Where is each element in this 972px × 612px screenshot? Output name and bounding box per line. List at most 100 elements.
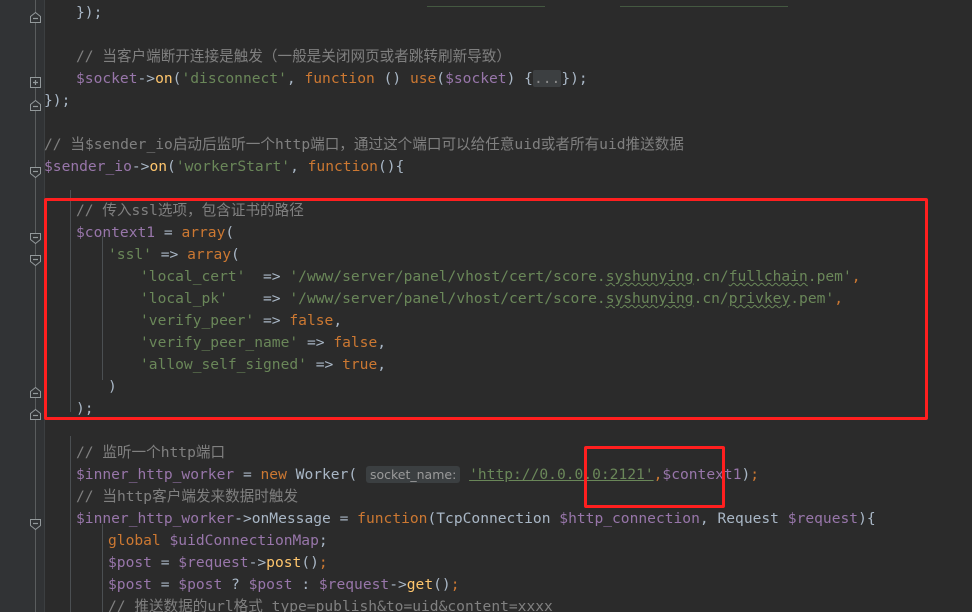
code-token: -> — [389, 576, 407, 593]
code-line[interactable]: }); — [44, 90, 70, 112]
code-token: $request — [318, 576, 390, 593]
code-line[interactable]: $socket->on('disconnect', function () us… — [76, 68, 588, 90]
code-line[interactable]: // 推送数据的url格式 type=publish&to=uid&conten… — [108, 596, 553, 612]
code-token: 'workerStart' — [175, 158, 291, 175]
code-token: -> — [131, 158, 150, 175]
code-token: , — [834, 290, 843, 307]
indent-guide — [102, 524, 103, 612]
code-token: '/www/server/panel/vhost/cert/score. — [289, 268, 606, 285]
code-token: $socket — [445, 70, 507, 87]
code-token: syshunying — [605, 290, 694, 307]
code-line[interactable]: 'verify_peer_name' => false, — [140, 332, 386, 354]
code-token: : — [292, 576, 319, 593]
code-line[interactable]: ) — [108, 376, 117, 398]
code-line[interactable]: 'verify_peer' => false, — [140, 310, 342, 332]
code-token: = — [155, 224, 182, 241]
code-content-area[interactable]: }); // 当客户端断开连接是触发（一般是关闭网页或者跳转刷新导致） $socke… — [44, 0, 972, 612]
indent-guide — [70, 436, 71, 612]
code-line[interactable]: 'local_cert' => '/www/server/panel/vhost… — [140, 266, 861, 288]
fold-collapsed-plus-icon[interactable] — [29, 76, 42, 89]
code-line[interactable]: 'local_pk' => '/www/server/panel/vhost/c… — [140, 288, 843, 310]
code-token: .cn/ — [693, 290, 729, 307]
code-token: // 当http客户端发来数据时触发 — [76, 488, 299, 505]
code-line[interactable]: $post = $request->post(); — [108, 552, 328, 574]
code-token: ){ — [858, 510, 876, 527]
code-token: $sender_io — [44, 158, 132, 175]
code-token: '/www/server/panel/vhost/cert/score. — [289, 290, 606, 307]
code-token: 'local_pk' — [140, 290, 228, 307]
code-token: => — [298, 334, 334, 351]
code-token: $post — [108, 576, 152, 593]
code-line[interactable]: $context1 = array( — [76, 222, 234, 244]
code-token: ( — [225, 224, 235, 241]
code-token: -> — [248, 554, 267, 571]
code-token: $inner_http_worker — [76, 466, 235, 483]
code-line[interactable]: $inner_http_worker->onMessage = function… — [76, 508, 876, 530]
code-line[interactable]: global $uidConnectionMap; — [108, 530, 328, 552]
code-token: $socket — [76, 70, 138, 87]
code-token: .cn/ — [693, 268, 729, 285]
code-token: ( — [348, 466, 366, 483]
editor-gutter[interactable] — [0, 0, 45, 612]
code-token: 'http://0.0.0.0:2121' — [469, 466, 654, 483]
fold-end-icon[interactable] — [29, 11, 42, 24]
code-token: $context1 — [662, 466, 742, 483]
code-token: , — [851, 268, 861, 285]
code-token: ) { — [506, 70, 533, 87]
code-token: function — [304, 70, 375, 87]
code-token: global — [108, 532, 161, 549]
code-line[interactable]: }); — [76, 2, 102, 24]
code-line[interactable]: 'allow_self_signed' => true, — [140, 354, 386, 376]
fold-end-icon[interactable] — [29, 408, 42, 421]
code-token: ; — [318, 532, 328, 549]
code-token: ( — [427, 510, 437, 527]
code-token: 'disconnect' — [181, 70, 287, 87]
code-token: function — [307, 158, 378, 175]
code-token: fullchain — [728, 268, 808, 285]
code-token: .pem' — [807, 268, 852, 285]
code-token: ( — [167, 158, 176, 175]
code-line[interactable]: // 当客户端断开连接是触发（一般是关闭网页或者跳转刷新导致） — [76, 46, 511, 68]
code-line[interactable]: ); — [76, 398, 94, 420]
fold-end-icon[interactable] — [29, 386, 42, 399]
code-token: => — [306, 356, 343, 373]
code-token: ) — [108, 378, 117, 395]
code-token: on — [149, 158, 168, 175]
code-token: => — [254, 312, 290, 329]
code-token: = — [330, 510, 358, 527]
fold-end-icon[interactable] — [29, 99, 42, 112]
code-token: // 监听一个http端口 — [76, 444, 226, 461]
code-token: () — [433, 576, 451, 593]
code-token: () — [301, 554, 319, 571]
code-line[interactable]: $sender_io->on('workerStart', function()… — [44, 156, 404, 178]
code-token: socket_name: — [365, 466, 461, 483]
code-token: , — [699, 510, 718, 527]
code-line[interactable]: // 传入ssl选项，包含证书的路径 — [76, 200, 304, 222]
code-token: onMessage — [251, 510, 331, 527]
code-token: // 当$sender_io启动后监听一个http端口，通过这个端口可以给任意u… — [44, 136, 684, 153]
code-token: , — [377, 334, 387, 351]
code-token: ( — [231, 246, 240, 263]
fold-start-icon[interactable] — [29, 254, 42, 267]
fold-start-icon[interactable] — [29, 166, 42, 179]
code-token: ... — [532, 70, 562, 87]
code-line[interactable]: $inner_http_worker = new Worker( socket_… — [76, 464, 759, 486]
code-token: = — [234, 466, 261, 483]
code-line[interactable]: $post = $post ? $post : $request->get(); — [108, 574, 460, 596]
code-token: ); — [76, 400, 94, 417]
code-token: ; — [450, 576, 460, 593]
code-token: $post — [248, 576, 293, 593]
code-token: Request — [717, 510, 779, 527]
code-line[interactable]: // 监听一个http端口 — [76, 442, 225, 464]
fold-start-icon[interactable] — [29, 518, 42, 531]
fold-start-icon[interactable] — [29, 232, 42, 245]
code-token: , — [290, 158, 308, 175]
code-line[interactable]: // 当$sender_io启动后监听一个http端口，通过这个端口可以给任意u… — [44, 134, 684, 156]
code-line[interactable]: // 当http客户端发来数据时触发 — [76, 486, 298, 508]
code-token: }); — [561, 70, 588, 87]
code-token: true — [342, 356, 378, 373]
code-token: 'verify_peer' — [140, 312, 255, 329]
code-line[interactable]: 'ssl' => array( — [108, 244, 240, 266]
